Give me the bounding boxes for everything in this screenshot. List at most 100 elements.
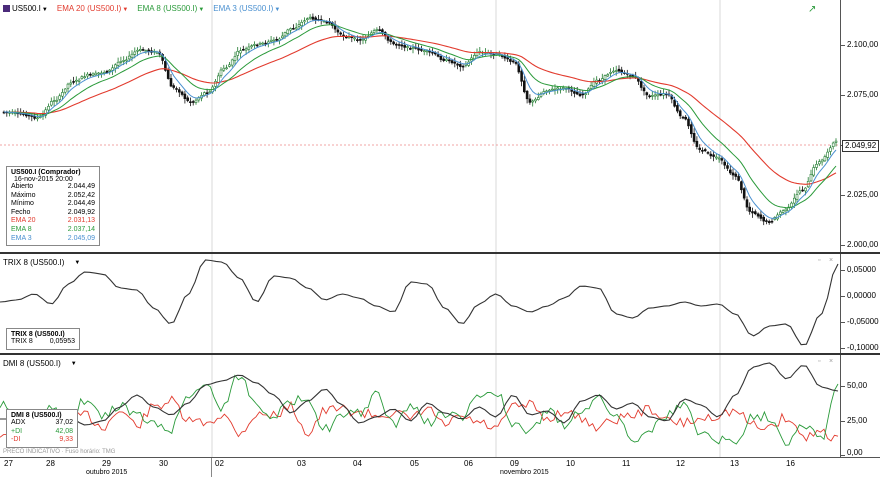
candle-body	[695, 140, 699, 147]
candle-body	[175, 88, 178, 90]
candle-body	[765, 220, 768, 222]
candle-body	[445, 58, 448, 62]
day-label: 03	[297, 459, 306, 468]
ema3-legend[interactable]: EMA 3 (US500.I)▼	[213, 4, 280, 13]
candle-body	[403, 45, 407, 48]
candle-body	[606, 74, 610, 77]
dmi-pane[interactable]: 50,00 25,00 0,00 DMI 8 (US500.I) ▼ ▫ × DM…	[0, 355, 880, 457]
time-axis[interactable]: 27 28 29 30 02 03 04 05 06 09 10 11 12 1…	[0, 457, 880, 477]
candle-body	[511, 60, 515, 63]
candle-body	[122, 60, 125, 62]
day-label: 30	[159, 459, 168, 468]
candle-body	[141, 49, 145, 51]
candle-body	[578, 93, 582, 97]
candle-body	[406, 46, 409, 48]
ema20-legend[interactable]: EMA 20 (US500.I)▼	[57, 4, 128, 13]
dmi-chart[interactable]	[0, 355, 840, 457]
day-label: 27	[4, 459, 13, 468]
price-pane[interactable]: 2.100,00 2.075,00 2.025,00 2.000,00 2.04…	[0, 0, 880, 252]
candle-body	[790, 202, 793, 208]
maximize-pane-icon[interactable]: ▫	[818, 358, 820, 365]
price-y-label: 2.075,00	[847, 90, 879, 99]
candle-body	[130, 53, 134, 58]
price-y-axis[interactable]: 2.100,00 2.075,00 2.025,00 2.000,00	[840, 0, 880, 252]
candle-body	[147, 49, 150, 52]
candle-body	[378, 29, 382, 32]
trix-legend[interactable]: TRIX 8 (US500.I) ▼	[3, 258, 80, 267]
candle-body	[728, 169, 732, 174]
close-pane-icon[interactable]: ×	[829, 257, 833, 264]
candle-body	[297, 24, 301, 27]
candle-body	[798, 190, 802, 194]
day-label: 28	[46, 459, 55, 468]
candle-body	[75, 79, 78, 82]
candle-body	[264, 42, 267, 45]
symbol-icon	[3, 5, 10, 13]
candle-body	[339, 32, 343, 35]
trend-arrow-icon[interactable]: ↗	[808, 5, 818, 15]
candle-body	[703, 149, 707, 152]
candle-body	[253, 44, 256, 46]
dmi-legend[interactable]: DMI 8 (US500.I) ▼	[3, 359, 77, 368]
candle-body	[823, 156, 827, 162]
month-label: outubro 2015	[86, 469, 128, 476]
candle-body	[116, 61, 120, 66]
candle-body	[820, 159, 824, 163]
candle-body	[609, 72, 612, 74]
candle-body	[392, 41, 395, 45]
price-chart[interactable]	[0, 0, 840, 252]
candle-body	[208, 91, 212, 94]
candle-body	[303, 20, 306, 23]
candle-body	[698, 147, 702, 150]
candle-body	[178, 89, 181, 93]
candle-body	[762, 216, 766, 222]
candle-body	[453, 61, 457, 64]
trix-y-label: -0,05000	[847, 317, 879, 326]
candle-body	[817, 161, 821, 165]
candle-body	[272, 39, 276, 42]
chevron-down-icon: ▼	[74, 259, 81, 266]
candle-body	[386, 36, 390, 41]
symbol-selector[interactable]: US500.I▼	[3, 4, 48, 13]
close-pane-icon[interactable]: ×	[829, 358, 833, 365]
candle-body	[356, 39, 359, 41]
symbol-label: US500.I	[12, 4, 41, 13]
maximize-pane-icon[interactable]: ▫	[818, 257, 820, 264]
candle-body	[314, 17, 318, 21]
info-row: +DI 42,08	[11, 427, 73, 435]
candle-body	[49, 101, 53, 106]
trix-chart[interactable]	[0, 254, 840, 353]
info-title: US500.I (Comprador)	[11, 169, 81, 176]
candle-body	[358, 39, 362, 41]
candle-body	[528, 98, 532, 103]
ema8-legend[interactable]: EMA 8 (US500.I)▼	[137, 4, 204, 13]
candle-body	[80, 76, 84, 79]
candle-body	[648, 95, 651, 98]
candle-body	[217, 75, 220, 83]
candle-body	[275, 38, 279, 41]
candle-body	[292, 27, 295, 30]
candle-body	[575, 91, 579, 95]
candle-body	[678, 110, 682, 117]
dmi-y-label: 0,00	[847, 448, 863, 457]
plus-di-line	[0, 374, 839, 446]
trix-y-axis[interactable]: 0,05000 0,00000 -0,05000 -0,10000	[840, 254, 880, 353]
day-label: 05	[410, 459, 419, 468]
info-row: EMA 8 2.037,14	[11, 225, 95, 233]
info-datetime: 16-nov-2015 20:00	[14, 176, 73, 183]
day-label: 11	[622, 459, 631, 468]
price-y-label: 2.025,00	[847, 190, 879, 199]
candle-body	[52, 100, 56, 102]
candle-body	[47, 106, 50, 111]
candle-body	[756, 213, 760, 217]
candle-body	[531, 100, 535, 103]
candle-body	[239, 50, 242, 54]
ema8-label: EMA 8 (US500.I)	[137, 4, 198, 13]
candle-body	[183, 93, 187, 99]
dmi-legend-label: DMI 8 (US500.I)	[3, 359, 61, 368]
candle-body	[726, 165, 729, 169]
candle-body	[801, 189, 804, 192]
trix-pane[interactable]: 0,05000 0,00000 -0,05000 -0,10000 TRIX 8…	[0, 254, 880, 353]
dmi-y-axis[interactable]: 50,00 25,00 0,00	[840, 355, 880, 457]
dmi-y-label: 50,00	[847, 381, 868, 390]
